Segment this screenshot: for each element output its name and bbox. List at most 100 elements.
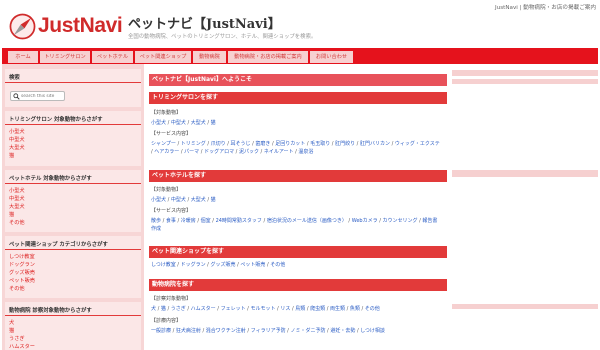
clinic-section-heading[interactable]: 動物病院を探す: [149, 279, 447, 291]
sidebar-link[interactable]: うさぎ: [9, 335, 25, 342]
content-link[interactable]: 爬虫類: [310, 306, 325, 312]
site-logo[interactable]: JustNavi: [9, 12, 125, 44]
sidebar-link[interactable]: 犬: [9, 319, 14, 326]
sidebar-link[interactable]: 猫: [9, 152, 14, 159]
link-list: 散歩 / 食事 / 冷暖房 / 個室 / 24時間常勤スタッフ / 宿泊状況のメ…: [151, 217, 441, 233]
sidebar-link[interactable]: ドッグラン: [9, 261, 35, 268]
content-link[interactable]: 歯磨き: [255, 141, 270, 147]
logo-text: JustNavi: [38, 14, 123, 37]
content-link[interactable]: 宿泊状況のメール送信（画像つき）: [267, 218, 347, 224]
content-link[interactable]: パーマ: [184, 149, 199, 155]
sidebar-link[interactable]: ハムスター: [9, 343, 35, 350]
content-link[interactable]: 中型犬: [171, 197, 186, 203]
content-link[interactable]: 爪切り: [211, 141, 226, 147]
content-link[interactable]: フィラリア予防: [251, 328, 286, 334]
content-link[interactable]: ノミ・ダニ予防: [290, 328, 325, 334]
top-links[interactable]: JustNavi | 動物病院・お店の掲載ご案内: [495, 3, 596, 11]
content-link[interactable]: 毛玉取り: [310, 141, 330, 147]
content-link[interactable]: ネイルアート: [264, 149, 294, 155]
content-link[interactable]: 避妊・去勢: [330, 328, 355, 334]
sidebar-link[interactable]: 小型犬: [9, 128, 25, 135]
content-link[interactable]: ドッグラン: [181, 262, 206, 268]
content-link[interactable]: ウィッグ・エクステ: [395, 141, 440, 147]
content-link[interactable]: 肛門バリカン: [360, 141, 390, 147]
content-link[interactable]: 小型犬: [151, 197, 166, 203]
content-link[interactable]: ヘアカラー: [154, 149, 179, 155]
sidebar-link[interactable]: グッズ販売: [9, 269, 35, 276]
content-link[interactable]: 肛門絞り: [335, 141, 355, 147]
trimming-section-heading[interactable]: トリミングサロンを探す: [149, 92, 447, 104]
right-widget-bar: [452, 170, 598, 177]
clinic-heading: 動物病院 診察対象動物からさがす: [9, 308, 92, 314]
content-link[interactable]: 食事: [166, 218, 176, 224]
sidebar-link[interactable]: 大型犬: [9, 144, 25, 151]
nav-tab-trimming[interactable]: トリミングサロン: [40, 51, 90, 63]
search-input[interactable]: [21, 92, 64, 100]
content-link[interactable]: 混合ワクチン注射: [206, 328, 246, 334]
sidebar-link[interactable]: ペット販売: [9, 277, 35, 284]
content-link[interactable]: Webカメラ: [352, 218, 378, 224]
site-title[interactable]: ペットナビ【JustNavi】: [128, 13, 281, 32]
compass-logo-icon: [9, 13, 36, 40]
content-link[interactable]: カウンセリング: [382, 218, 417, 224]
nav-tab-contact[interactable]: お問い合わせ: [310, 51, 353, 63]
sidebar-link[interactable]: 大型犬: [9, 203, 25, 210]
sidebar-link[interactable]: しつけ教室: [9, 253, 35, 260]
content-link[interactable]: その他: [365, 306, 380, 312]
sidebar-link[interactable]: 猫: [9, 211, 14, 218]
content-link[interactable]: 魚類: [350, 306, 360, 312]
shop-section-heading[interactable]: ペット関連ショップを探す: [149, 246, 447, 258]
content-link[interactable]: 冷暖房: [181, 218, 196, 224]
content-link[interactable]: 温泉浴: [298, 149, 313, 155]
content-link[interactable]: グッズ販売: [210, 262, 235, 268]
content-link[interactable]: モルモット: [250, 306, 275, 312]
nav-tab-clinic[interactable]: 動物病院: [193, 51, 226, 63]
content-link[interactable]: 猫: [211, 120, 216, 126]
sidebar-link[interactable]: 小型犬: [9, 187, 25, 194]
link-list: シャンプー / トリミング / 爪切り / 耳そうじ / 歯磨き / 足回りカッ…: [151, 140, 441, 156]
search-box[interactable]: [10, 91, 65, 101]
sidebar-link[interactable]: 猫: [9, 327, 14, 334]
content-link[interactable]: その他: [270, 262, 285, 268]
content-link[interactable]: 小型犬: [151, 120, 166, 126]
content-link[interactable]: 鳥類: [295, 306, 305, 312]
sidebar-link[interactable]: その他: [9, 219, 25, 226]
sidebar-link[interactable]: その他: [9, 285, 25, 292]
content-link[interactable]: 大型犬: [191, 197, 206, 203]
nav-tab-hotel[interactable]: ペットホテル: [92, 51, 133, 63]
nav-tab-listing-info[interactable]: 動物病院・お店の掲載ご案内: [228, 51, 308, 63]
content-link[interactable]: シャンプー: [151, 141, 176, 147]
sidebar-link[interactable]: 中型犬: [9, 136, 25, 143]
content-link[interactable]: 中型犬: [171, 120, 186, 126]
content-link[interactable]: 散歩: [151, 218, 161, 224]
content-link[interactable]: 足回りカット: [275, 141, 305, 147]
content-link[interactable]: 個室: [201, 218, 211, 224]
content-link[interactable]: リス: [280, 306, 290, 312]
right-widget-bar: [452, 70, 598, 76]
nav-tab-home[interactable]: ホーム: [8, 51, 38, 63]
hotel-section-heading[interactable]: ペットホテルを探す: [149, 170, 447, 182]
sidebar-link[interactable]: 中型犬: [9, 195, 25, 202]
sidebar-hotel-block: ペットホテル 対象動物からさがす 小型犬 中型犬 大型犬 猫 その他: [5, 170, 141, 232]
search-icon[interactable]: [13, 93, 20, 100]
content-link[interactable]: フェレット: [221, 306, 246, 312]
content-link[interactable]: 猫: [211, 197, 216, 203]
content-link[interactable]: ペット販売: [240, 262, 265, 268]
content-link[interactable]: トリミング: [181, 141, 206, 147]
content-link[interactable]: 泥パック: [239, 149, 259, 155]
content-link[interactable]: 狂犬病注射: [176, 328, 201, 334]
content-link[interactable]: 両生類: [330, 306, 345, 312]
content-link[interactable]: 大型犬: [191, 120, 206, 126]
right-widget-bar: [452, 304, 598, 309]
section-label: 【診察対象動物】: [151, 296, 192, 302]
content-link[interactable]: しつけ相談: [360, 328, 385, 334]
nav-tab-shop[interactable]: ペット関連ショップ: [135, 51, 191, 63]
content-link[interactable]: うさぎ: [171, 306, 186, 312]
content-link[interactable]: ハムスター: [191, 306, 216, 312]
link-list: 犬 / 猫 / うさぎ / ハムスター / フェレット / モルモット / リス…: [151, 305, 441, 313]
content-link[interactable]: 24時間常勤スタッフ: [216, 218, 262, 224]
content-link[interactable]: しつけ教室: [151, 262, 176, 268]
content-link[interactable]: 一般診療: [151, 328, 171, 334]
content-link[interactable]: ドッグアロマ: [204, 149, 234, 155]
content-link[interactable]: 耳そうじ: [231, 141, 251, 147]
